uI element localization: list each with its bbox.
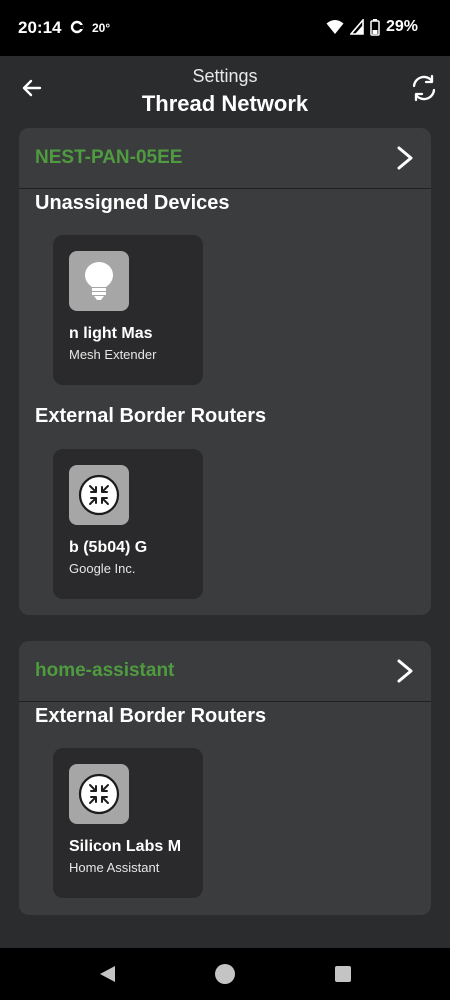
device-icon-box bbox=[69, 764, 129, 824]
network-name: NEST-PAN-05EE bbox=[35, 147, 183, 168]
chevron-right-icon[interactable] bbox=[393, 658, 417, 684]
border-router-icon bbox=[78, 474, 120, 516]
device-tile[interactable]: n light Mas Mesh Extender bbox=[53, 235, 203, 385]
wifi-icon bbox=[326, 20, 344, 34]
device-manufacturer: Google Inc. bbox=[69, 561, 136, 576]
section-title-external-border-routers: External Border Routers bbox=[35, 705, 267, 727]
status-bar: 20:14 20° 29% bbox=[0, 0, 450, 56]
sync-status-icon bbox=[70, 20, 84, 34]
device-type: Mesh Extender bbox=[69, 347, 157, 362]
nav-back-icon[interactable] bbox=[96, 962, 120, 986]
page-title: Thread Network bbox=[141, 91, 309, 116]
device-name: Silicon Labs M bbox=[69, 838, 182, 855]
border-router-tile[interactable]: b (5b04) G Google Inc. bbox=[53, 449, 203, 599]
network-name: home-assistant bbox=[35, 660, 175, 681]
app-header: Settings Thread Network bbox=[0, 56, 450, 126]
device-icon-box bbox=[69, 465, 129, 525]
status-time: 20:14 bbox=[18, 18, 62, 37]
chevron-right-icon[interactable] bbox=[393, 145, 417, 171]
status-temperature: 20° bbox=[92, 21, 111, 35]
battery-icon bbox=[370, 18, 380, 36]
status-right-icons: 29% bbox=[326, 18, 418, 36]
battery-percentage: 29% bbox=[385, 18, 418, 35]
device-name: b (5b04) G bbox=[69, 539, 148, 556]
network-header[interactable]: NEST-PAN-05EE bbox=[19, 128, 431, 189]
section-title-unassigned-devices: Unassigned Devices bbox=[35, 192, 230, 214]
network-card-home-assistant: home-assistant External Border Routers S… bbox=[19, 641, 431, 915]
network-card-nest-pan: NEST-PAN-05EE Unassigned Devices n light… bbox=[19, 128, 431, 615]
lightbulb-icon bbox=[85, 262, 113, 300]
device-manufacturer: Home Assistant bbox=[69, 860, 160, 875]
section-title-external-border-routers: External Border Routers bbox=[35, 405, 267, 427]
device-icon-box bbox=[69, 251, 129, 311]
device-name: n light Mas bbox=[69, 325, 153, 342]
nav-recents-icon[interactable] bbox=[331, 962, 355, 986]
cell-signal-icon bbox=[349, 19, 364, 35]
nav-home-icon[interactable] bbox=[213, 962, 237, 986]
system-navigation-bar bbox=[0, 948, 450, 1000]
network-header[interactable]: home-assistant bbox=[19, 641, 431, 702]
border-router-icon bbox=[78, 773, 120, 815]
header-subtitle: Settings bbox=[192, 66, 258, 86]
border-router-tile[interactable]: Silicon Labs M Home Assistant bbox=[53, 748, 203, 898]
refresh-icon[interactable] bbox=[408, 72, 440, 104]
